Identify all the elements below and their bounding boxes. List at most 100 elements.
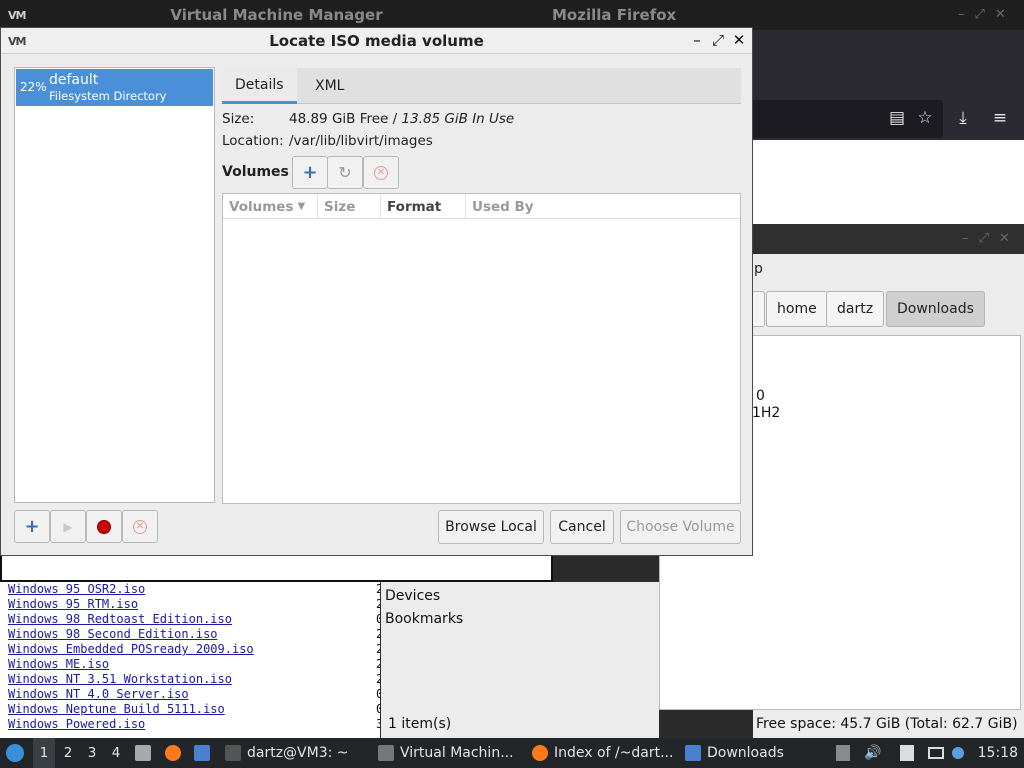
browse-local-button[interactable]: Browse Local bbox=[438, 510, 544, 544]
places-devices[interactable]: Devices bbox=[385, 588, 440, 604]
column-header-size[interactable]: Size bbox=[318, 194, 381, 219]
pool-usage-percent: 22% bbox=[20, 80, 47, 94]
storage-pool-list[interactable]: 22% default Filesystem Directory bbox=[14, 67, 215, 503]
minimize-icon[interactable]: – bbox=[689, 31, 705, 49]
workspace-4[interactable]: 4 bbox=[105, 738, 127, 768]
iso-link[interactable]: Windows 98 Second Edition.iso bbox=[8, 627, 218, 641]
stop-pool-button[interactable] bbox=[86, 510, 122, 543]
add-pool-button[interactable]: + bbox=[14, 510, 50, 543]
pool-item-default[interactable]: 22% default Filesystem Directory bbox=[16, 69, 213, 106]
path-button-home[interactable]: home bbox=[766, 291, 828, 327]
listing-date-fragment: 2 bbox=[376, 657, 380, 671]
size-value: 48.89 GiB Free / 13.85 GiB In Use bbox=[289, 111, 514, 127]
maximize-icon[interactable]: ⤢ bbox=[975, 7, 985, 22]
network-icon bbox=[928, 747, 944, 759]
iso-link[interactable]: Windows ME.iso bbox=[8, 657, 109, 671]
listing-row: Windows NT 3.51 Workstation.iso 2 bbox=[0, 672, 380, 687]
launcher-files[interactable] bbox=[135, 738, 157, 768]
maximize-icon[interactable]: ⤢ bbox=[710, 31, 726, 49]
firefox-background-titlebar[interactable]: Mozilla Firefox bbox=[532, 0, 1024, 30]
places-bookmarks[interactable]: Bookmarks bbox=[385, 611, 463, 627]
places-sidebar: Devices Bookmarks bbox=[381, 582, 659, 738]
bookmark-star-icon[interactable]: ☆ bbox=[914, 108, 936, 128]
tray-clipboard[interactable] bbox=[900, 738, 914, 768]
terminal-icon bbox=[225, 745, 241, 761]
iso-link[interactable]: Windows NT 3.51 Workstation.iso bbox=[8, 672, 232, 686]
tray-info[interactable] bbox=[952, 738, 964, 768]
pool-type: Filesystem Directory bbox=[49, 89, 167, 103]
path-button-dartz[interactable]: dartz bbox=[826, 291, 885, 327]
firefox-icon bbox=[165, 745, 181, 761]
cancel-button[interactable]: Cancel bbox=[550, 510, 614, 544]
minimize-icon[interactable]: – bbox=[962, 231, 969, 246]
iso-link[interactable]: Windows 95 OSR2.iso bbox=[8, 582, 145, 596]
workspace-1[interactable]: 1 bbox=[33, 738, 55, 768]
workspace-3[interactable]: 3 bbox=[81, 738, 103, 768]
vmm-background-titlebar[interactable]: VM Virtual Machine Manager bbox=[0, 0, 553, 30]
tray-volume[interactable]: 🔊 bbox=[864, 738, 881, 768]
column-header-used-by[interactable]: Used By bbox=[466, 194, 740, 219]
choose-volume-button[interactable]: Choose Volume bbox=[620, 510, 741, 544]
listing-row: Windows 95 OSR2.iso 2 bbox=[0, 582, 380, 597]
add-volume-button[interactable]: + bbox=[292, 156, 328, 189]
iso-link[interactable]: Windows Neptune Build 5111.iso bbox=[8, 702, 225, 716]
close-icon[interactable]: ✕ bbox=[999, 231, 1010, 246]
listing-row: Windows 95 RTM.iso 2 bbox=[0, 597, 380, 612]
close-icon[interactable]: ✕ bbox=[731, 31, 747, 49]
volumes-table[interactable]: Volumes ▼ Size Format Used By bbox=[222, 193, 741, 504]
launcher-firefox[interactable] bbox=[165, 738, 187, 768]
tray-updates[interactable] bbox=[836, 738, 850, 768]
delete-volume-button[interactable]: ✕ bbox=[363, 156, 399, 189]
listing-date-fragment: 2 bbox=[376, 627, 380, 641]
listing-date-fragment: 3 bbox=[376, 717, 380, 731]
close-icon[interactable]: ✕ bbox=[995, 7, 1006, 22]
reader-view-icon[interactable]: ▤ bbox=[886, 108, 908, 128]
file-manager-window-controls: – ⤢ ✕ bbox=[962, 231, 1010, 246]
refresh-volumes-button[interactable]: ↻ bbox=[327, 156, 363, 189]
listing-date-fragment: 0 bbox=[376, 687, 380, 701]
listing-row: Windows 98 Redtoast Edition.iso 0 bbox=[0, 612, 380, 627]
file-manager-icon bbox=[135, 745, 151, 761]
tab-details[interactable]: Details bbox=[222, 68, 297, 104]
launcher-desktop[interactable] bbox=[194, 738, 216, 768]
task-terminal[interactable]: dartz@VM3: ~ bbox=[225, 738, 349, 768]
tray-network[interactable] bbox=[928, 738, 944, 768]
app-menu-icon bbox=[6, 744, 24, 762]
column-header-format[interactable]: Format bbox=[381, 194, 466, 219]
listing-date-fragment: 2 bbox=[376, 672, 380, 686]
play-icon: ▶ bbox=[63, 519, 73, 534]
vmm-icon bbox=[378, 745, 394, 761]
task-vmm[interactable]: Virtual Machin... bbox=[378, 738, 514, 768]
delete-pool-button[interactable]: ✕ bbox=[122, 510, 158, 543]
web-directory-listing: Windows 95 OSR2.iso 2 Windows 95 RTM.iso 2 W… bbox=[0, 582, 380, 738]
firefox-icon bbox=[532, 745, 548, 761]
workspace-2[interactable]: 2 bbox=[57, 738, 79, 768]
pool-name: default bbox=[49, 72, 99, 88]
firefox-window-controls: – ⤢ ✕ bbox=[958, 7, 1006, 22]
path-button-downloads[interactable]: Downloads bbox=[886, 291, 985, 327]
download-icon[interactable]: ⤓ bbox=[952, 108, 974, 128]
update-icon bbox=[836, 745, 850, 761]
listing-date-fragment: 2 bbox=[376, 582, 380, 596]
delete-icon: ✕ bbox=[133, 519, 147, 534]
iso-link[interactable]: Windows Powered.iso bbox=[8, 717, 145, 731]
clipboard-icon bbox=[900, 745, 914, 761]
locate-iso-dialog: VM Locate ISO media volume – ⤢ ✕ 22% def… bbox=[0, 27, 753, 556]
listing-row: Windows Powered.iso 3 bbox=[0, 717, 380, 732]
maximize-icon[interactable]: ⤢ bbox=[979, 231, 989, 246]
menu-icon[interactable]: ≡ bbox=[989, 108, 1011, 128]
iso-link[interactable]: Windows NT 4.0 Server.iso bbox=[8, 687, 189, 701]
task-files[interactable]: Downloads bbox=[685, 738, 784, 768]
dialog-titlebar[interactable]: VM Locate ISO media volume – ⤢ ✕ bbox=[1, 28, 752, 54]
task-files-label: Downloads bbox=[707, 745, 784, 761]
minimize-icon[interactable]: – bbox=[958, 7, 965, 22]
task-firefox[interactable]: Index of /~dart... bbox=[532, 738, 673, 768]
iso-link[interactable]: Windows 95 RTM.iso bbox=[8, 597, 138, 611]
column-header-volumes[interactable]: Volumes ▼ bbox=[223, 194, 318, 219]
start-pool-button[interactable]: ▶ bbox=[50, 510, 86, 543]
iso-link[interactable]: Windows Embedded POSready 2009.iso bbox=[8, 642, 254, 656]
app-menu-button[interactable] bbox=[6, 738, 24, 768]
taskbar: 1 2 3 4 dartz@VM3: ~ Virtual Machin... I… bbox=[0, 738, 1024, 768]
iso-link[interactable]: Windows 98 Redtoast Edition.iso bbox=[8, 612, 232, 626]
tab-xml[interactable]: XML bbox=[302, 68, 357, 104]
